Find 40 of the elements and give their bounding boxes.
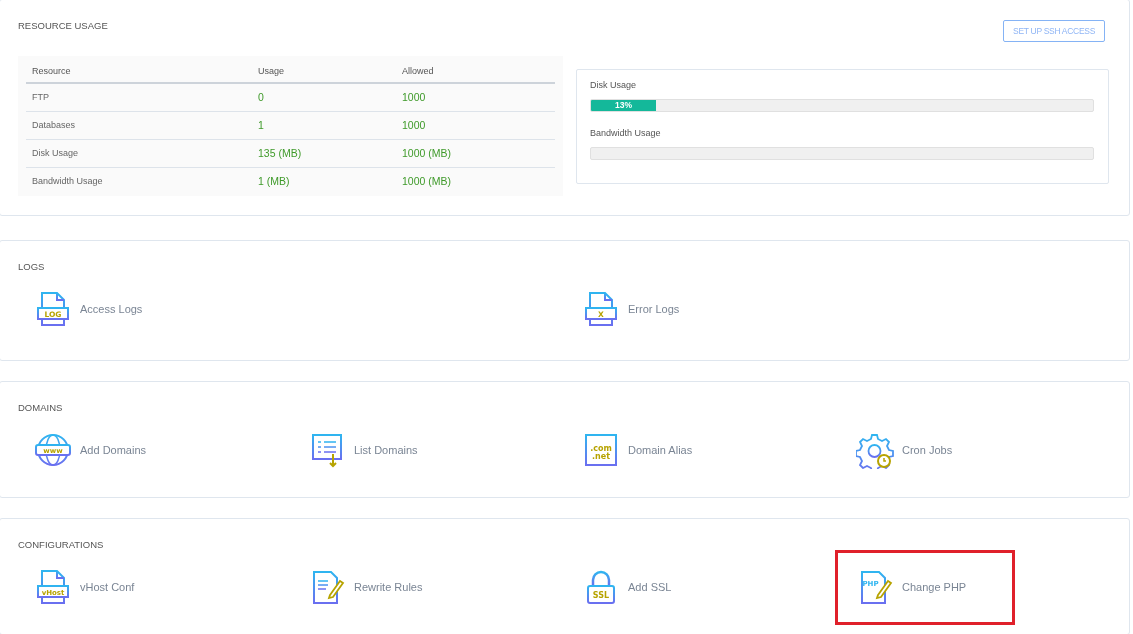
table-cell-text: 1000 (MB) <box>401 145 452 161</box>
tool-label: Access Logs <box>80 302 143 317</box>
tool-link[interactable]: Cron Jobs <box>856 431 953 469</box>
tool-label: Change PHP <box>902 580 967 595</box>
section-title: DOMAINS <box>18 401 64 415</box>
section-title: RESOURCE USAGE <box>18 19 108 33</box>
tool-label: Cron Jobs <box>902 443 953 458</box>
tool-label: Error Logs <box>628 302 680 317</box>
table-cell-text: 1 (MB) <box>257 174 291 190</box>
table-cell-text: FTP <box>31 90 50 104</box>
column-header: Resource <box>31 65 72 79</box>
table-cell-text: 0 <box>257 89 265 105</box>
tool-label: Rewrite Rules <box>354 580 423 595</box>
tool-label: List Domains <box>354 443 418 458</box>
tool-link[interactable]: Rewrite Rules <box>308 568 423 606</box>
tool-link[interactable]: SSL Add SSL <box>582 568 672 606</box>
ssh-access-button[interactable]: SET UP SSH ACCESS <box>1003 20 1105 42</box>
table-cell-text: 1 <box>257 117 265 133</box>
tool-link[interactable]: .com .net Domain Alias <box>582 431 693 469</box>
table-cell-text: 1000 <box>401 117 426 133</box>
section-title: CONFIGURATIONS <box>18 538 105 552</box>
tool-link[interactable]: List Domains <box>308 431 418 469</box>
tool-label: Domain Alias <box>628 443 693 458</box>
table-cell-text: Disk Usage <box>31 146 79 160</box>
column-header: Allowed <box>401 65 434 79</box>
browser-window-icon: .com .net <box>582 431 620 469</box>
meter-label: Disk Usage <box>590 79 637 91</box>
gear-clock-icon <box>856 431 894 469</box>
table-cell-text: Databases <box>31 118 77 132</box>
tool-label: Add SSL <box>628 580 672 595</box>
column-header: Usage <box>257 65 285 79</box>
table-cell-text: 1000 <box>401 89 426 105</box>
meter-label: Bandwidth Usage <box>590 127 662 139</box>
table-cell-text: 1000 (MB) <box>401 174 452 190</box>
progress-percent: 13% <box>615 101 633 110</box>
table-cell-text: Bandwidth Usage <box>31 175 104 189</box>
tool-label: vHost Conf <box>80 580 135 595</box>
table-cell-text: 135 (MB) <box>257 145 303 161</box>
section-title: LOGS <box>18 260 46 274</box>
tool-label: Add Domains <box>80 443 147 458</box>
